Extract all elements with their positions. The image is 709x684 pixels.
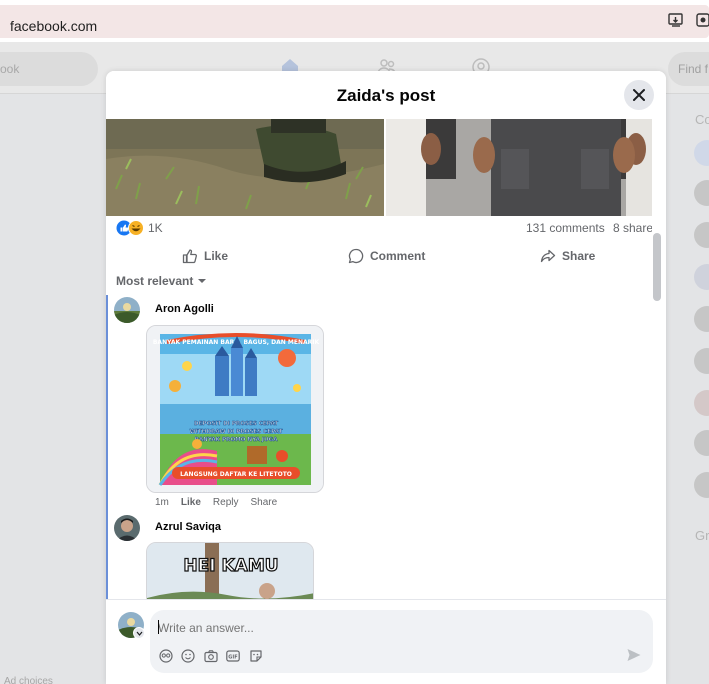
comment-item: Aron Agolli BANYAK PEMAINAN BARU, BAGUS,… — [114, 295, 634, 515]
image-text-2: WITHDRAW DI PROSES CEPAT — [190, 429, 283, 435]
contacts-sidebar: Co Gr — [690, 100, 709, 684]
post-photo-2[interactable] — [386, 119, 666, 216]
avatar-sticker-icon[interactable] — [159, 649, 173, 663]
post-scroll-area[interactable]: 1K 131 comments 8 shares Like Comment Sh… — [106, 119, 666, 599]
gif-icon[interactable]: GIF — [226, 649, 240, 663]
comment-label: Comment — [370, 249, 426, 263]
ad-choices-link[interactable]: Ad choices — [4, 676, 53, 684]
comment-item: Azrul Saviqa HEI KAMU — [114, 515, 634, 599]
url-text[interactable]: facebook.com — [10, 18, 97, 34]
image-text-1: DEPOSIT DI PROSES CEPAT — [194, 421, 278, 427]
contact-avatar[interactable] — [694, 348, 709, 374]
browser-toolbar: facebook.com — [0, 0, 709, 42]
sort-label: Most relevant — [116, 274, 194, 288]
close-button[interactable] — [624, 80, 654, 110]
dialog-title: Zaida's post — [336, 86, 436, 105]
comment-reply-link[interactable]: Reply — [213, 497, 239, 508]
dialog-header: Zaida's post — [106, 71, 666, 119]
emoji-icon[interactable] — [181, 649, 195, 663]
chevron-down-icon — [136, 631, 142, 636]
share-button[interactable]: Share — [540, 246, 595, 266]
profile-switch-button[interactable] — [133, 627, 145, 639]
comment-icon — [348, 248, 364, 264]
like-button[interactable]: Like — [182, 246, 228, 266]
contact-avatar[interactable] — [694, 390, 709, 416]
reaction-count[interactable]: 1K — [148, 221, 163, 235]
image-bottom-banner: LANGSUNG DAFTAR KE LITETOTO — [180, 471, 292, 478]
contact-avatar[interactable] — [694, 472, 709, 498]
comment-image[interactable]: HEI KAMU — [146, 542, 314, 599]
contact-avatar[interactable] — [694, 222, 709, 248]
comment-author[interactable]: Azrul Saviqa — [155, 521, 221, 533]
send-icon[interactable] — [626, 647, 642, 663]
find-friends-placeholder: Find f — [678, 62, 709, 76]
image-caption: HEI KAMU — [183, 556, 278, 576]
thumbs-up-icon — [182, 249, 197, 264]
comment-sort-dropdown[interactable]: Most relevant — [116, 274, 207, 288]
install-app-icon[interactable] — [667, 11, 685, 29]
svg-text:GIF: GIF — [228, 655, 237, 661]
contact-avatar[interactable] — [694, 140, 709, 166]
close-icon — [633, 89, 645, 101]
reactions-summary: 1K 131 comments 8 shares — [106, 217, 666, 239]
caret-down-icon — [198, 279, 207, 283]
scrollbar-track[interactable] — [652, 119, 666, 599]
scrollbar-thumb[interactable] — [653, 233, 661, 301]
comment-share-link[interactable]: Share — [251, 497, 278, 508]
contacts-heading: Co — [695, 112, 709, 127]
extension-icon[interactable] — [695, 11, 709, 29]
avatar[interactable] — [114, 515, 140, 541]
facebook-search-box[interactable]: ook — [0, 52, 98, 86]
comment-image[interactable]: BANYAK PEMAINAN BARU, BAGUS, DAN MENARIK… — [146, 325, 324, 493]
comment-composer: GIF — [106, 599, 666, 684]
contact-avatar[interactable] — [694, 264, 709, 290]
avatar[interactable] — [114, 297, 140, 323]
post-actions: Like Comment Share — [106, 240, 652, 272]
comment-button[interactable]: Comment — [348, 246, 425, 266]
comments-count[interactable]: 131 comments — [526, 221, 605, 235]
find-friends-search[interactable]: Find f — [668, 52, 709, 86]
image-text-3: BANYAK PROMO NYA JUGA — [195, 437, 279, 443]
comment-time[interactable]: 1m — [155, 497, 169, 508]
comment-input[interactable] — [158, 619, 638, 637]
like-label: Like — [204, 249, 229, 263]
share-icon — [540, 249, 556, 263]
contact-avatar[interactable] — [694, 180, 709, 206]
comment-like-link[interactable]: Like — [181, 497, 201, 508]
contact-avatar[interactable] — [694, 430, 709, 456]
post-dialog: Zaida's post 1K 131 comments 8 shares Li… — [106, 71, 666, 684]
contact-avatar[interactable] — [694, 306, 709, 332]
comment-thread-line — [106, 295, 108, 599]
group-chats-heading: Gr — [695, 528, 709, 543]
comment-actions: 1m Like Reply Share — [155, 497, 277, 508]
address-bar[interactable]: facebook.com — [0, 5, 709, 38]
camera-icon[interactable] — [204, 649, 218, 663]
share-label: Share — [562, 249, 596, 263]
comment-author[interactable]: Aron Agolli — [155, 303, 214, 315]
search-placeholder: ook — [0, 62, 20, 76]
post-photo-1[interactable] — [106, 119, 384, 216]
text-caret — [158, 620, 159, 634]
like-haha-reactions-icon[interactable] — [116, 220, 148, 236]
comment-input-box[interactable]: GIF — [150, 610, 653, 673]
sticker-icon[interactable] — [249, 649, 263, 663]
